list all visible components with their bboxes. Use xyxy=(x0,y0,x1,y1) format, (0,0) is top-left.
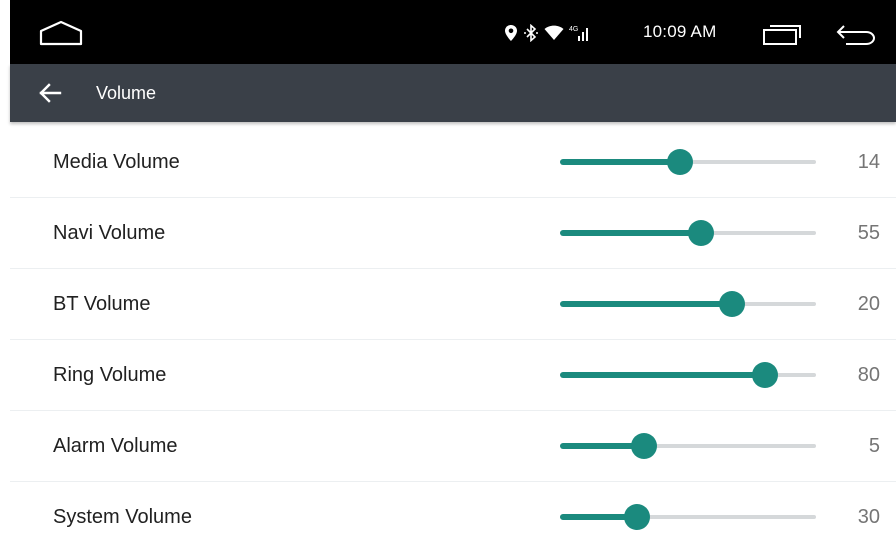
volume-row: Ring Volume 80 xyxy=(10,340,896,411)
wifi-icon xyxy=(544,25,564,41)
4g-signal-icon: 4G xyxy=(569,24,591,42)
recents-icon[interactable] xyxy=(760,24,804,46)
back-icon[interactable] xyxy=(834,24,878,46)
slider-fill xyxy=(560,301,732,307)
volume-value: 20 xyxy=(857,293,880,315)
slider-thumb[interactable] xyxy=(752,362,778,388)
volume-row: BT Volume 20 xyxy=(10,269,896,340)
slider-fill xyxy=(560,230,701,236)
slider-fill xyxy=(560,372,765,378)
status-clock: 10:09 AM xyxy=(643,22,717,41)
status-bar: 4G 10:09 AM xyxy=(10,0,896,64)
slider-thumb[interactable] xyxy=(667,149,693,175)
volume-row: System Volume 30 xyxy=(10,482,896,552)
arrow-back-icon[interactable] xyxy=(38,82,62,104)
volume-row: Alarm Volume 5 xyxy=(10,411,896,482)
status-icons: 4G xyxy=(504,22,591,44)
page-title: Volume xyxy=(96,83,157,103)
slider-thumb[interactable] xyxy=(719,291,745,317)
slider-thumb[interactable] xyxy=(688,220,714,246)
slider-fill xyxy=(560,159,680,165)
volume-row: Navi Volume 55 xyxy=(10,198,896,269)
location-icon xyxy=(504,24,518,42)
volume-label: BT Volume xyxy=(53,293,151,315)
volume-value: 5 xyxy=(868,435,880,457)
slider-thumb[interactable] xyxy=(631,433,657,459)
volume-slider[interactable] xyxy=(560,504,816,530)
volume-value: 30 xyxy=(857,506,880,528)
volume-label: Navi Volume xyxy=(53,222,166,244)
volume-value: 55 xyxy=(857,222,880,244)
svg-text:4G: 4G xyxy=(569,26,578,33)
volume-label: Ring Volume xyxy=(53,364,167,386)
volume-slider[interactable] xyxy=(560,291,816,317)
volume-slider[interactable] xyxy=(560,149,816,175)
app-bar: Volume xyxy=(10,64,896,122)
home-icon[interactable] xyxy=(38,19,84,47)
volume-row: Media Volume 14 xyxy=(10,127,896,198)
left-frame-edge xyxy=(0,0,10,522)
volume-value: 14 xyxy=(857,151,880,173)
volume-label: Media Volume xyxy=(53,151,180,173)
volume-slider[interactable] xyxy=(560,362,816,388)
volume-slider[interactable] xyxy=(560,220,816,246)
volume-label: Alarm Volume xyxy=(53,435,178,457)
slider-thumb[interactable] xyxy=(624,504,650,530)
bluetooth-icon xyxy=(523,24,539,42)
volume-list: Media Volume 14 Navi Volume 55 BT Volume 20 Ri… xyxy=(10,127,896,552)
volume-value: 80 xyxy=(857,364,880,386)
volume-label: System Volume xyxy=(53,506,192,528)
volume-slider[interactable] xyxy=(560,433,816,459)
